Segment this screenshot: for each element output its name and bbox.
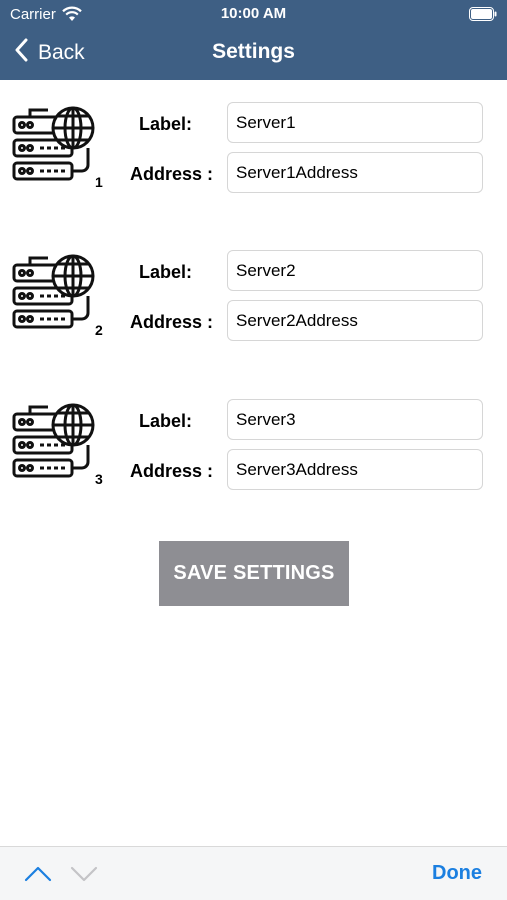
save-settings-button[interactable]: SAVE SETTINGS <box>159 541 349 606</box>
done-button[interactable]: Done <box>432 862 482 885</box>
chevron-up-icon[interactable] <box>24 865 52 888</box>
server2-label-input[interactable] <box>227 250 483 291</box>
address-caption: Address : <box>130 461 214 481</box>
status-bar: Carrier 10:00 AM <box>0 0 507 30</box>
server-number: 3 <box>95 471 103 487</box>
page-title: Settings <box>212 40 295 63</box>
server-group-2: 2 Label: Address : <box>0 250 507 360</box>
server-number: 1 <box>95 174 103 190</box>
server2-address-input[interactable] <box>227 300 483 341</box>
address-caption: Address : <box>130 164 214 184</box>
server1-address-input[interactable] <box>227 152 483 193</box>
server1-label-input[interactable] <box>227 102 483 143</box>
server-number: 2 <box>95 322 103 338</box>
chevron-down-icon[interactable] <box>70 865 98 888</box>
label-caption: Label: <box>139 262 193 282</box>
server3-address-input[interactable] <box>227 449 483 490</box>
keyboard-toolbar: Done <box>0 846 507 900</box>
status-time: 10:00 AM <box>220 5 287 22</box>
address-caption: Address : <box>130 312 214 332</box>
server-group-1: 1 Label: Address : <box>0 102 507 212</box>
label-caption: Label: <box>139 114 193 134</box>
label-caption: Label: <box>139 411 193 431</box>
server-group-3: 3 Label: Address : <box>0 399 507 509</box>
battery-icon <box>469 7 497 26</box>
server3-label-input[interactable] <box>227 399 483 440</box>
navigation-bar: Carrier 10:00 AM Back Settings <box>0 0 507 80</box>
